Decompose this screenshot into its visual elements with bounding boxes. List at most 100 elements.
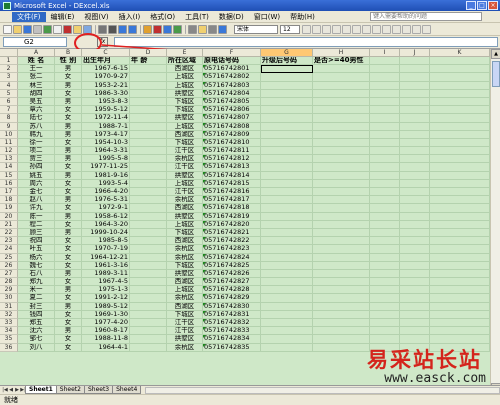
upgraded-number-cell[interactable] [261,212,313,221]
data-cell[interactable]: 上城区 [167,286,203,295]
upgraded-number-cell[interactable] [261,179,313,188]
scroll-up-button[interactable]: ▲ [491,49,500,59]
data-cell[interactable]: 1953-8-3 [82,97,130,107]
chart-wizard-icon[interactable] [208,24,217,34]
data-cell[interactable]: 杨六 [18,253,55,262]
row-header[interactable]: 5 [0,89,18,98]
row-header[interactable]: 18 [0,196,18,205]
format-painter-icon[interactable] [128,24,137,34]
data-cell[interactable]: 05716742822 [203,237,261,246]
menu-item-4[interactable]: 格式(O) [145,12,180,22]
data-cell[interactable] [430,114,490,123]
data-cell[interactable]: 男 [55,327,82,336]
data-cell[interactable] [130,155,167,164]
data-cell[interactable] [313,245,370,254]
data-cell[interactable] [370,237,400,246]
data-cell[interactable] [370,204,400,213]
column-header-a[interactable]: A [18,49,55,57]
data-cell[interactable] [313,138,370,148]
data-cell[interactable]: 1986-3-30 [82,89,130,98]
row-header[interactable]: 9 [0,122,18,131]
data-cell[interactable]: 05716742828 [203,286,261,295]
data-cell[interactable] [130,188,167,197]
data-cell[interactable]: 林三 [18,81,55,90]
data-cell[interactable] [313,220,370,229]
data-cell[interactable]: 1954-10-3 [82,138,130,148]
data-cell[interactable]: 石八 [18,269,55,279]
data-cell[interactable]: 1953-2-21 [82,81,130,90]
data-cell[interactable]: 1985-8-5 [82,237,130,246]
row-header[interactable]: 27 [0,269,18,279]
data-cell[interactable]: 05716742819 [203,212,261,221]
data-cell[interactable]: 下城区 [167,138,203,148]
data-cell[interactable]: 西湖区 [167,302,203,311]
data-cell[interactable]: 女 [55,163,82,172]
row-header[interactable]: 14 [0,163,18,172]
menu-item-7[interactable]: 窗口(W) [249,12,285,22]
data-cell[interactable]: 吴五 [18,97,55,107]
data-cell[interactable]: 拱墅区 [167,171,203,180]
header-cell[interactable]: 出生年月 [82,57,130,66]
data-cell[interactable]: 赵八 [18,196,55,205]
data-cell[interactable]: 1961-3-16 [82,261,130,270]
data-cell[interactable]: 05716742823 [203,245,261,254]
data-cell[interactable]: 姚五 [18,171,55,180]
data-cell[interactable] [130,228,167,238]
data-cell[interactable]: 05716742812 [203,155,261,164]
data-cell[interactable] [130,253,167,262]
data-cell[interactable] [430,122,490,131]
data-cell[interactable]: 周六 [18,179,55,188]
header-cell[interactable]: 原电话号码 [203,57,261,66]
help-search-input[interactable]: 键入需要帮助的问题 [370,12,482,21]
data-cell[interactable]: 王一 [18,65,55,74]
data-cell[interactable]: 陈一 [18,212,55,221]
data-cell[interactable]: 男 [55,97,82,107]
data-cell[interactable] [370,155,400,164]
data-cell[interactable]: 拱墅区 [167,335,203,344]
data-cell[interactable] [370,228,400,238]
data-cell[interactable]: 叶五 [18,245,55,254]
data-cell[interactable] [313,89,370,98]
data-cell[interactable]: 下城区 [167,97,203,107]
font-name-select[interactable]: 宋体 [234,24,278,34]
merge-center-icon[interactable] [362,24,371,34]
data-cell[interactable] [430,319,490,328]
upgraded-number-cell[interactable] [261,122,313,131]
upgraded-number-cell[interactable] [261,278,313,287]
data-cell[interactable] [313,327,370,336]
data-cell[interactable] [430,130,490,139]
data-cell[interactable] [370,245,400,254]
data-cell[interactable]: 许九 [18,204,55,213]
data-cell[interactable] [370,106,400,115]
data-cell[interactable] [130,261,167,270]
data-cell[interactable]: 女 [55,253,82,262]
column-header-c[interactable]: C [82,49,130,57]
row-header[interactable]: 26 [0,261,18,270]
header-cell[interactable]: 姓 名 [18,57,55,66]
data-cell[interactable]: 祝四 [18,237,55,246]
row-header[interactable]: 3 [0,73,18,82]
data-cell[interactable]: 05716742825 [203,261,261,270]
data-cell[interactable]: 男 [55,212,82,221]
data-cell[interactable] [313,335,370,344]
data-cell[interactable] [400,155,430,164]
data-cell[interactable]: 邹七 [18,335,55,344]
data-cell[interactable] [430,138,490,148]
sheet-tab-3[interactable]: Sheet3 [83,386,114,394]
data-cell[interactable]: 05716742810 [203,138,261,148]
data-cell[interactable]: 程二 [18,220,55,229]
data-cell[interactable] [370,188,400,197]
data-cell[interactable]: 05716742817 [203,196,261,205]
data-cell[interactable]: 1989-5-12 [82,302,130,311]
redo-icon[interactable] [153,24,162,34]
data-cell[interactable] [130,310,167,319]
data-cell[interactable]: 西湖区 [167,204,203,213]
row-header[interactable]: 22 [0,228,18,238]
data-cell[interactable]: 上城区 [167,81,203,90]
data-cell[interactable]: 1964-3-31 [82,147,130,156]
copy-icon[interactable] [108,24,117,34]
data-cell[interactable]: 05716742815 [203,179,261,188]
upgraded-number-cell[interactable] [261,220,313,229]
data-cell[interactable]: 05716742813 [203,163,261,172]
sheet-tab-1[interactable]: Sheet1 [25,386,57,394]
